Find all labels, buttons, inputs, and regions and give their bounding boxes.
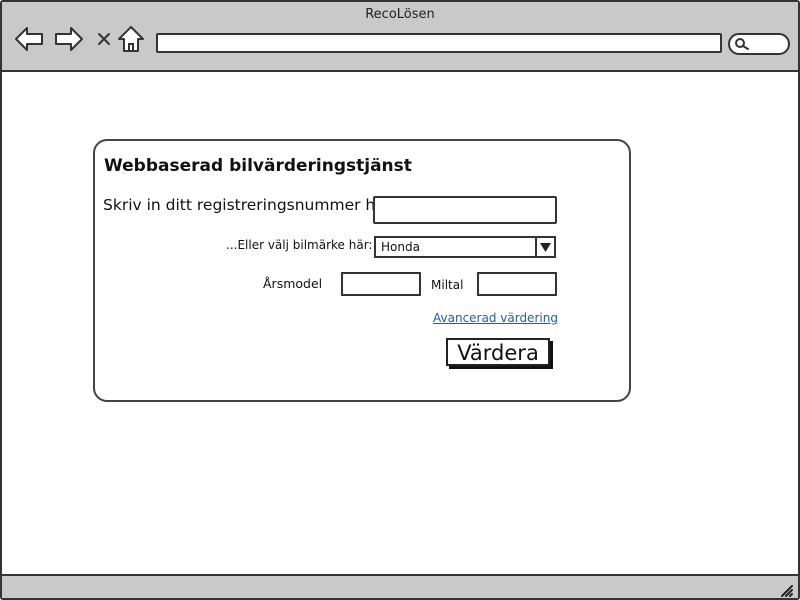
search-field[interactable] [728,33,790,55]
car-make-select[interactable]: Honda [374,236,556,258]
value-car-button[interactable]: Värdera [446,338,550,366]
registration-number-input[interactable] [373,196,557,224]
status-bar [2,574,798,598]
browser-window: RecoLösen Webbaserad bilvärderingstjänst… [0,0,800,600]
back-arrow-icon[interactable] [14,24,44,54]
chevron-down-icon[interactable] [535,238,554,256]
car-make-label: ...Eller välj bilmärke här: [226,238,373,252]
close-icon[interactable] [89,24,119,54]
search-icon [735,38,749,50]
advanced-valuation-link[interactable]: Avancerad värdering [433,311,558,325]
mileage-input[interactable] [477,272,557,296]
car-make-selected-value: Honda [381,240,420,254]
mileage-label: Miltal [431,278,464,292]
model-year-label: Årsmodel [263,276,323,291]
home-icon[interactable] [116,24,146,54]
model-year-input[interactable] [341,272,421,296]
forward-arrow-icon[interactable] [54,24,84,54]
url-bar[interactable] [156,33,722,53]
resize-grip-icon[interactable] [780,584,794,598]
registration-number-label: Skriv in ditt registreringsnummer här [103,196,392,214]
browser-toolbar: RecoLösen [2,2,798,72]
valuation-form-panel: Webbaserad bilvärderingstjänst Skriv in … [93,139,631,402]
window-title: RecoLösen [365,7,435,22]
form-title: Webbaserad bilvärderingstjänst [104,156,412,176]
